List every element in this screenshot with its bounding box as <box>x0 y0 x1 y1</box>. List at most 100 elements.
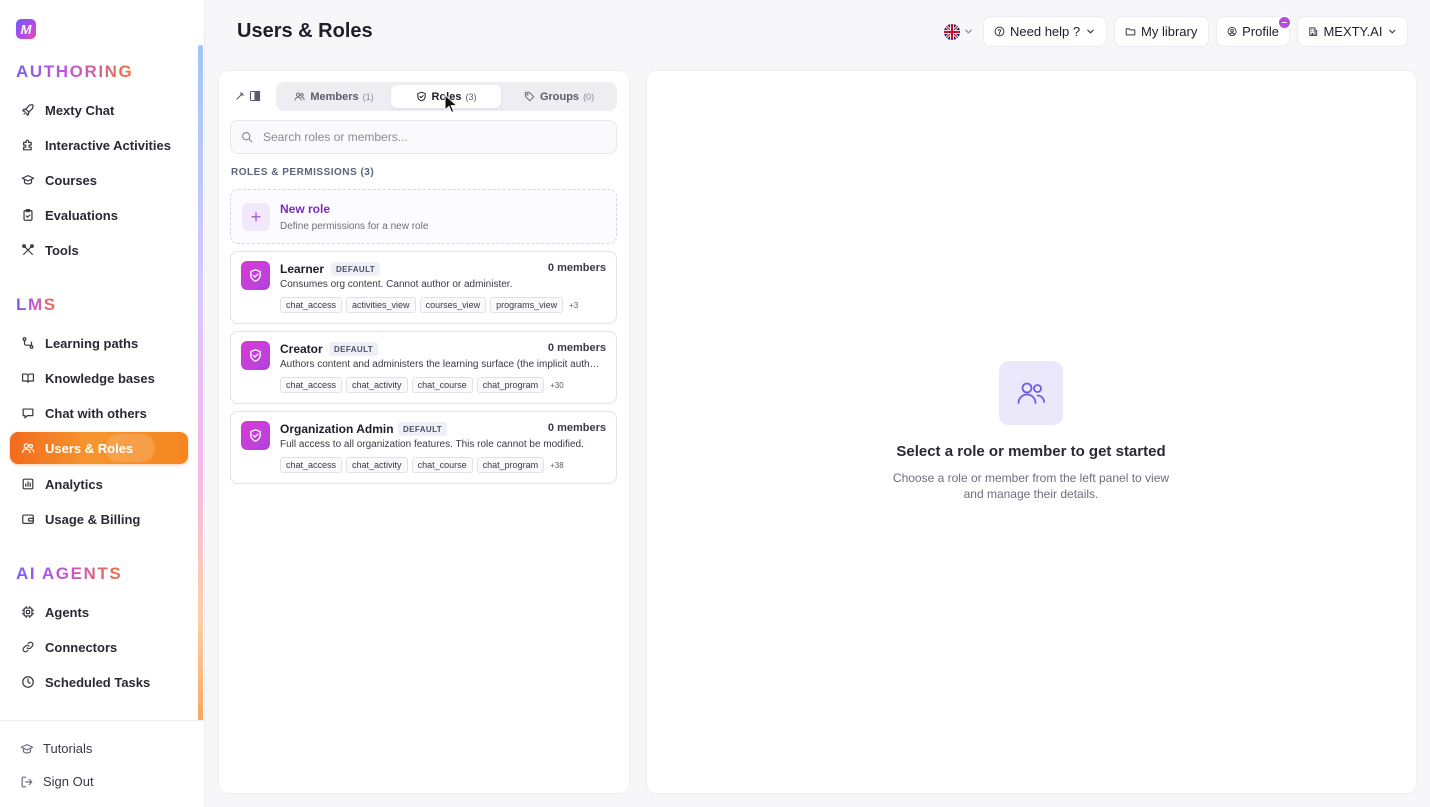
role-default-badge: DEFAULT <box>331 262 381 276</box>
sidebar-item-courses[interactable]: Courses <box>10 164 188 196</box>
app-logo[interactable]: M <box>16 19 36 39</box>
sidebar-item-sign-out[interactable]: Sign Out <box>20 774 94 789</box>
users-icon <box>999 361 1063 425</box>
page-title: Users & Roles <box>237 20 373 42</box>
sign-out-icon <box>21 776 33 787</box>
roles-section-label: ROLES & PERMISSIONS (3) <box>231 167 375 178</box>
permission-list: chat_access activities_view courses_view… <box>280 297 578 313</box>
role-member-count: 0 members <box>547 342 606 354</box>
language-selector[interactable] <box>938 16 978 47</box>
profile-label: Profile <box>1242 24 1279 39</box>
permission-chip: chat_program <box>476 457 545 473</box>
sidebar-item-users-roles[interactable]: Users & Roles <box>10 432 188 464</box>
role-description: Authors content and administers the lear… <box>280 359 600 370</box>
sidebar-item-label: Interactive Activities <box>45 137 171 153</box>
sidebar-item-tutorials[interactable]: Tutorials <box>20 741 92 756</box>
sidebar-item-label: Usage & Billing <box>45 511 141 527</box>
role-member-count: 0 members <box>547 422 606 434</box>
tag-icon <box>524 91 535 102</box>
tab-label: Groups <box>539 90 580 103</box>
sidebar-item-label: Learning paths <box>45 335 139 351</box>
sidebar: M AUTHORING Mexty Chat Interactive Activ… <box>0 0 205 807</box>
role-description: Consumes org content. Cannot author or a… <box>280 279 513 290</box>
permission-chip: activities_view <box>346 297 416 313</box>
permission-chip: chat_activity <box>346 457 408 473</box>
tab-groups[interactable]: Groups (0) <box>504 85 614 108</box>
sidebar-item-interactive-activities[interactable]: Interactive Activities <box>10 129 188 161</box>
sidebar-item-label: Agents <box>45 604 90 620</box>
shield-icon <box>241 341 270 370</box>
building-icon <box>1309 27 1318 36</box>
sidebar-item-learning-paths[interactable]: Learning paths <box>10 327 188 359</box>
sidebar-item-mexty-chat[interactable]: Mexty Chat <box>10 94 188 126</box>
role-card-learner[interactable]: Learner DEFAULT 0 members Consumes org c… <box>230 251 617 324</box>
new-role-subtitle: Define permissions for a new role <box>280 221 429 232</box>
permission-chip: chat_access <box>280 457 343 473</box>
tab-count: (0) <box>583 91 595 102</box>
shield-icon <box>241 261 270 290</box>
book-icon <box>21 373 35 383</box>
sidebar-item-label: Tools <box>45 242 79 258</box>
tab-count: (3) <box>465 91 477 102</box>
sidebar-item-knowledge-bases[interactable]: Knowledge bases <box>10 362 188 394</box>
sidebar-item-usage-billing[interactable]: Usage & Billing <box>10 503 188 535</box>
rocket-icon <box>22 104 34 116</box>
clipboard-check-icon <box>23 208 33 221</box>
role-card-creator[interactable]: Creator DEFAULT 0 members Authors conten… <box>230 331 617 404</box>
role-name: Learner <box>280 262 325 276</box>
my-library-button[interactable]: My library <box>1114 16 1209 47</box>
help-button[interactable]: Need help ? <box>983 16 1107 47</box>
section-title-lms: LMS <box>16 295 57 314</box>
puzzle-icon <box>23 139 32 151</box>
sidebar-item-analytics[interactable]: Analytics <box>10 468 188 500</box>
sidebar-item-label: Scheduled Tasks <box>45 674 151 690</box>
role-description: Full access to all organization features… <box>280 439 584 450</box>
help-label: Need help ? <box>1010 24 1081 39</box>
plus-icon: + <box>242 203 270 231</box>
help-circle-icon <box>994 26 1005 37</box>
sidebar-item-label: Tutorials <box>43 741 93 756</box>
chevron-down-icon <box>1389 29 1396 34</box>
sidebar-item-label: Knowledge bases <box>45 370 155 386</box>
sidebar-item-label: Sign Out <box>43 774 94 789</box>
my-library-label: My library <box>1141 24 1198 39</box>
sidebar-item-evaluations[interactable]: Evaluations <box>10 199 188 231</box>
cpu-icon <box>21 605 35 619</box>
sidebar-item-scheduled-tasks[interactable]: Scheduled Tasks <box>10 666 188 698</box>
sidebar-item-chat-with-others[interactable]: Chat with others <box>10 397 188 429</box>
sidebar-footer-divider <box>0 720 205 721</box>
role-default-badge: DEFAULT <box>329 342 379 356</box>
tab-count: (1) <box>362 91 374 102</box>
sidebar-scrollbar[interactable] <box>198 45 203 721</box>
sidebar-item-label: Courses <box>45 172 98 188</box>
shield-icon <box>241 421 270 450</box>
chevron-down-icon <box>1087 29 1094 34</box>
permission-chip: programs_view <box>490 297 564 313</box>
organization-selector[interactable]: MEXTY.AI <box>1297 16 1408 47</box>
new-role-button[interactable]: + New role Define permissions for a new … <box>230 189 617 244</box>
graduation-cap-icon <box>21 175 35 185</box>
search-field <box>230 120 617 154</box>
permission-chip: courses_view <box>419 297 487 313</box>
sidebar-item-connectors[interactable]: Connectors <box>10 631 188 663</box>
more-permissions-count: +30 <box>550 380 564 390</box>
more-permissions-count: +38 <box>550 460 564 470</box>
route-icon <box>22 337 34 349</box>
tab-label: Members <box>310 90 359 103</box>
shield-icon <box>416 91 426 102</box>
search-input[interactable] <box>263 130 603 144</box>
collapse-panel-button[interactable] <box>235 88 262 104</box>
tab-members[interactable]: Members (1) <box>279 85 389 108</box>
permission-chip: chat_course <box>411 377 473 393</box>
sidebar-item-agents[interactable]: Agents <box>10 596 188 628</box>
permission-chip: chat_course <box>411 457 473 473</box>
chevron-down-icon <box>964 29 972 34</box>
more-permissions-count: +3 <box>569 300 579 310</box>
section-title-authoring: AUTHORING <box>16 62 134 81</box>
permission-list: chat_access chat_activity chat_course ch… <box>280 377 564 393</box>
sidebar-item-tools[interactable]: Tools <box>10 234 188 266</box>
role-card-organization-admin[interactable]: Organization Admin DEFAULT 0 members Ful… <box>230 411 617 484</box>
chart-icon <box>22 478 34 490</box>
link-icon <box>22 641 34 653</box>
empty-state-title: Select a role or member to get started <box>896 443 1166 460</box>
